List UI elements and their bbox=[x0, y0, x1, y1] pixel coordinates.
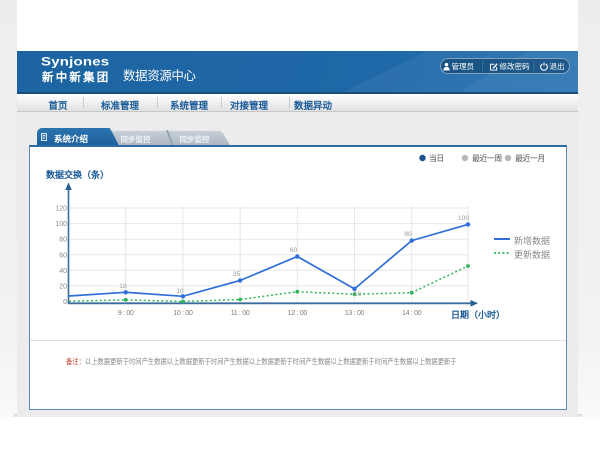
svg-text:0: 0 bbox=[63, 299, 67, 306]
svg-text:10: 10 bbox=[354, 291, 362, 298]
svg-text:60: 60 bbox=[59, 252, 67, 259]
svg-text:13 : 00: 13 : 00 bbox=[345, 310, 365, 317]
svg-text:11 : 00: 11 : 00 bbox=[231, 310, 250, 317]
svg-text:60: 60 bbox=[290, 247, 298, 254]
svg-text:14 : 00: 14 : 00 bbox=[402, 310, 422, 317]
svg-text:40: 40 bbox=[59, 268, 67, 275]
svg-text:12 : 00: 12 : 00 bbox=[288, 310, 308, 317]
svg-text:120: 120 bbox=[55, 206, 67, 213]
svg-text:9 : 00: 9 : 00 bbox=[118, 310, 134, 317]
svg-text:100: 100 bbox=[55, 221, 67, 228]
svg-text:10: 10 bbox=[176, 288, 184, 295]
svg-text:10 : 00: 10 : 00 bbox=[173, 310, 193, 317]
svg-text:80: 80 bbox=[59, 237, 67, 244]
svg-text:100: 100 bbox=[458, 215, 470, 222]
svg-text:80: 80 bbox=[404, 231, 412, 238]
svg-text:20: 20 bbox=[59, 283, 67, 290]
svg-text:18: 18 bbox=[119, 283, 127, 290]
svg-text:35: 35 bbox=[233, 271, 241, 278]
